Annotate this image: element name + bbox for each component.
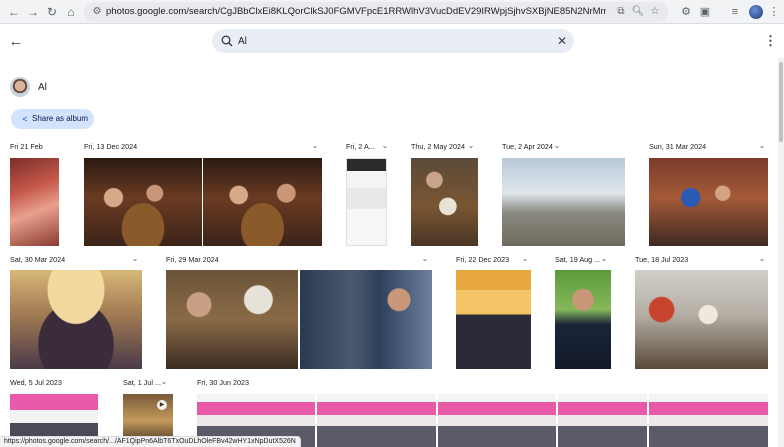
date-header[interactable]: Thu, 2 May 2024 [411, 142, 465, 151]
person-avatar[interactable] [10, 77, 30, 97]
photo-thumbnail[interactable] [635, 270, 768, 369]
chevron-down-icon[interactable]: ⌄ [310, 141, 320, 150]
date-header[interactable]: Wed, 5 Jul 2023 [10, 378, 62, 387]
bookmark-star-icon[interactable]: ☆ [648, 5, 662, 19]
date-header[interactable]: Fri, 13 Dec 2024 [84, 142, 137, 151]
open-in-app-icon[interactable]: ⧉ [614, 5, 628, 19]
chevron-down-icon[interactable]: ⌄ [420, 254, 430, 263]
chevron-down-icon[interactable]: ⌄ [520, 254, 530, 263]
photo-thumbnail[interactable] [203, 158, 322, 246]
photo-thumbnail[interactable] [10, 158, 59, 246]
profile-avatar-icon[interactable] [749, 5, 763, 19]
browser-menu-icon[interactable]: ⋮ [766, 4, 782, 20]
reload-icon[interactable]: ↻ [44, 4, 60, 20]
date-header[interactable]: Tue, 2 Apr 2024 [502, 142, 553, 151]
photo-thumbnail[interactable] [649, 394, 768, 447]
date-header[interactable]: Fri, 30 Jun 2023 [197, 378, 249, 387]
more-options-icon[interactable]: ⋮ [764, 33, 777, 49]
share-as-album-button[interactable]: < Share as album [11, 109, 94, 129]
browser-toolbar: ← → ↻ ⌂ ⚙ photos.google.com/search/CgJBb… [0, 0, 784, 24]
back-arrow-icon[interactable]: ← [8, 34, 24, 50]
photo-thumbnail[interactable] [555, 270, 611, 369]
chevron-down-icon[interactable]: ⌄ [599, 254, 609, 263]
photo-thumbnail[interactable] [411, 158, 478, 246]
photo-thumbnail[interactable] [558, 394, 647, 447]
media-controls-icon[interactable]: ≡ [727, 4, 743, 20]
share-button-label: Share as album [32, 114, 89, 123]
photo-thumbnail[interactable] [649, 158, 768, 246]
chevron-down-icon[interactable]: ⌄ [552, 141, 562, 150]
home-icon[interactable]: ⌂ [63, 4, 79, 20]
photo-thumbnail[interactable] [456, 270, 531, 369]
photo-thumbnail[interactable] [10, 270, 142, 369]
extensions-gear-icon[interactable]: ⚙ [678, 4, 694, 20]
chevron-down-icon[interactable]: ⌄ [130, 254, 140, 263]
chevron-down-icon[interactable]: ⌄ [466, 141, 476, 150]
chevron-down-icon[interactable]: ⌄ [757, 141, 767, 150]
person-name[interactable]: Al [38, 82, 47, 93]
address-bar[interactable]: ⚙ photos.google.com/search/CgJBbClxEi8KL… [84, 2, 668, 22]
photo-thumbnail[interactable] [502, 158, 625, 246]
status-bar-url: https://photos.google.com/search/.../AF1… [0, 436, 301, 447]
clear-search-icon[interactable]: ✕ [554, 33, 570, 49]
date-header[interactable]: Fri, 29 Mar 2024 [166, 255, 219, 264]
chevron-down-icon[interactable]: ⌄ [757, 254, 767, 263]
page-scrollbar[interactable] [778, 58, 784, 447]
photo-thumbnail[interactable] [317, 394, 436, 447]
puzzle-icon[interactable]: ▣ [697, 4, 713, 20]
date-header[interactable]: Fri 21 Feb [10, 142, 43, 151]
photo-thumbnail[interactable] [300, 270, 432, 369]
screenshot-thumbnail[interactable] [346, 158, 387, 246]
chevron-down-icon[interactable]: ⌄ [159, 377, 169, 386]
url-text[interactable]: photos.google.com/search/CgJBbClxEi8KLQo… [106, 5, 606, 19]
search-icon [221, 35, 233, 47]
photo-thumbnail[interactable] [438, 394, 556, 447]
date-header[interactable]: Sat, 30 Mar 2024 [10, 255, 65, 264]
photo-thumbnail[interactable] [84, 158, 202, 246]
browser-back-icon[interactable]: ← [6, 4, 22, 20]
date-header[interactable]: Fri, 2 A... [346, 142, 375, 151]
date-header[interactable]: Sat, 1 Jul ... [123, 378, 161, 387]
share-icon: < [22, 114, 28, 124]
search-input[interactable] [238, 32, 538, 50]
date-header[interactable]: Sun, 31 Mar 2024 [649, 142, 706, 151]
scrollbar-thumb[interactable] [779, 62, 783, 142]
zoom-icon[interactable]: 🔍︎ [631, 5, 645, 19]
search-bar[interactable]: ✕ [212, 29, 574, 53]
date-header[interactable]: Tue, 18 Jul 2023 [635, 255, 688, 264]
photo-thumbnail[interactable] [166, 270, 298, 369]
browser-forward-icon[interactable]: → [25, 4, 41, 20]
chevron-down-icon[interactable]: ⌄ [380, 141, 390, 150]
date-header[interactable]: Sat, 19 Aug ... [555, 255, 600, 264]
date-header[interactable]: Fri, 22 Dec 2023 [456, 255, 509, 264]
site-settings-icon[interactable]: ⚙ [90, 5, 104, 19]
play-icon: ▶ [157, 400, 167, 410]
